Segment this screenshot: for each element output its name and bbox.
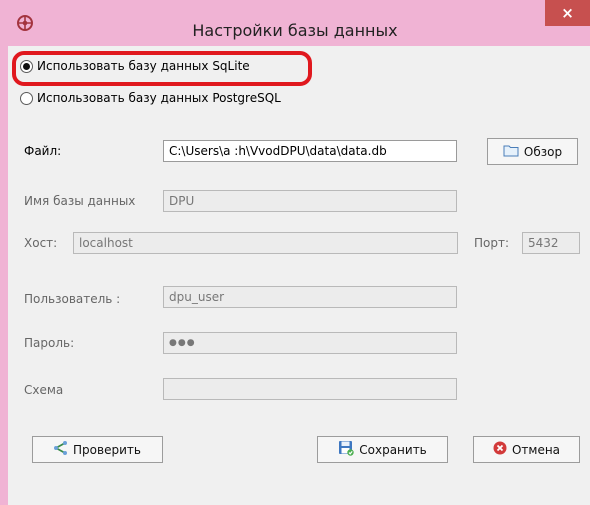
cancel-button[interactable]: Отмена: [473, 436, 580, 463]
file-label: Файл:: [24, 144, 62, 158]
schema-label: Схема: [24, 383, 64, 397]
schema-field[interactable]: [163, 378, 457, 400]
file-path-field[interactable]: C:\Users\a :h\VvodDPU\data\data.db: [163, 140, 457, 162]
cancel-icon: [493, 441, 507, 458]
password-field[interactable]: ●●●: [163, 332, 457, 354]
dbname-label: Имя базы данных: [24, 194, 136, 208]
password-label: Пароль:: [24, 336, 75, 350]
postgres-option[interactable]: Использовать базу данных PostgreSQL: [20, 89, 281, 107]
dialog-window: Настройки базы данных × Использовать баз…: [0, 0, 590, 505]
save-button[interactable]: Сохранить: [317, 436, 448, 463]
dbname-field[interactable]: DPU: [163, 190, 457, 212]
sqlite-radio[interactable]: [20, 59, 33, 73]
network-connect-icon: [54, 441, 68, 458]
save-label: Сохранить: [359, 442, 427, 457]
sqlite-option[interactable]: Использовать базу данных SqLite: [20, 57, 250, 75]
host-field[interactable]: localhost: [73, 232, 458, 254]
postgres-radio[interactable]: [20, 91, 33, 105]
window-title: Настройки базы данных: [192, 21, 398, 40]
check-button[interactable]: Проверить: [32, 436, 163, 463]
host-label: Хост:: [24, 236, 58, 250]
check-label: Проверить: [73, 442, 141, 457]
postgres-label: Использовать базу данных PostgreSQL: [37, 91, 281, 105]
user-field[interactable]: dpu_user: [163, 286, 457, 308]
port-field[interactable]: 5432: [522, 232, 580, 254]
browse-button[interactable]: Обзор: [487, 138, 578, 165]
port-label: Порт:: [474, 236, 510, 250]
title-bar: Настройки базы данных ×: [0, 0, 590, 46]
cancel-label: Отмена: [511, 442, 561, 457]
user-label: Пользователь :: [24, 292, 121, 306]
floppy-save-icon: [338, 440, 354, 459]
folder-icon: [503, 144, 519, 160]
sqlite-label: Использовать базу данных SqLite: [37, 59, 250, 73]
close-button[interactable]: ×: [545, 0, 590, 26]
browse-label: Обзор: [523, 144, 563, 159]
dialog-content: Использовать базу данных SqLite Использо…: [8, 46, 590, 505]
